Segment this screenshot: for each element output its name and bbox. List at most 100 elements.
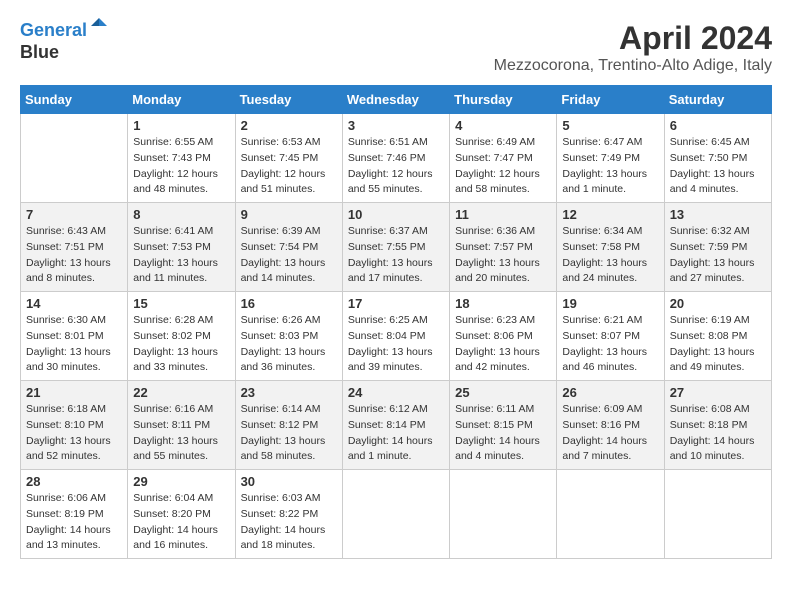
logo-text: General Blue [20,20,109,63]
day-info: Sunrise: 6:45 AMSunset: 7:50 PMDaylight:… [670,135,766,198]
day-info: Sunrise: 6:36 AMSunset: 7:57 PMDaylight:… [455,224,551,287]
day-number: 27 [670,385,766,400]
day-number: 18 [455,296,551,311]
calendar-day: 30 Sunrise: 6:03 AMSunset: 8:22 PMDayligh… [235,470,342,559]
day-number: 15 [133,296,229,311]
day-header-tuesday: Tuesday [235,86,342,114]
day-number: 13 [670,207,766,222]
calendar-week-4: 21Sunrise: 6:18 AMSunset: 8:10 PMDayligh… [21,381,772,470]
day-number: 4 [455,118,551,133]
day-number: 9 [241,207,337,222]
day-info: Sunrise: 6:06 AMSunset: 8:19 PMDaylight:… [26,491,122,554]
day-header-monday: Monday [128,86,235,114]
day-number: 26 [562,385,658,400]
calendar-week-3: 14 Sunrise: 6:30 AMSunset: 8:01 PMDayligh… [21,292,772,381]
title-section: April 2024 Mezzocorona, Trentino-Alto Ad… [494,20,772,75]
day-info: Sunrise: 6:32 AMSunset: 7:59 PMDaylight:… [670,224,766,287]
calendar-day: 29 Sunrise: 6:04 AMSunset: 8:20 PMDayligh… [128,470,235,559]
day-info: Sunrise: 6:08 AMSunset: 8:18 PMDaylight:… [670,402,766,465]
day-info: Sunrise: 6:09 AMSunset: 8:16 PMDaylight:… [562,402,658,465]
day-info: Sunrise: 6:21 AMSunset: 8:07 PMDaylight:… [562,313,658,376]
day-number: 28 [26,474,122,489]
calendar-table: SundayMondayTuesdayWednesdayThursdayFrid… [20,85,772,559]
location: Mezzocorona, Trentino-Alto Adige, Italy [494,57,772,75]
day-header-sunday: Sunday [21,86,128,114]
calendar-day: 18 Sunrise: 6:23 AMSunset: 8:06 PMDayligh… [450,292,557,381]
day-number: 6 [670,118,766,133]
calendar-day: 3 Sunrise: 6:51 AMSunset: 7:46 PMDaylight… [342,114,449,203]
calendar-day: 28 Sunrise: 6:06 AMSunset: 8:19 PMDayligh… [21,470,128,559]
day-number: 17 [348,296,444,311]
day-number: 29 [133,474,229,489]
day-number: 1 [133,118,229,133]
day-info: Sunrise: 6:25 AMSunset: 8:04 PMDaylight:… [348,313,444,376]
calendar-day: 19 Sunrise: 6:21 AMSunset: 8:07 PMDayligh… [557,292,664,381]
day-info: Sunrise: 6:18 AMSunset: 8:10 PMDaylight:… [26,402,122,465]
calendar-day: 17 Sunrise: 6:25 AMSunset: 8:04 PMDayligh… [342,292,449,381]
day-header-saturday: Saturday [664,86,771,114]
calendar-day: 1 Sunrise: 6:55 AMSunset: 7:43 PMDaylight… [128,114,235,203]
page-header: General Blue April 2024 Mezzocorona, Tre… [20,20,772,75]
calendar-day [342,470,449,559]
calendar-day: 27 Sunrise: 6:08 AMSunset: 8:18 PMDayligh… [664,381,771,470]
day-header-wednesday: Wednesday [342,86,449,114]
day-number: 14 [26,296,122,311]
day-number: 30 [241,474,337,489]
day-info: Sunrise: 6:37 AMSunset: 7:55 PMDaylight:… [348,224,444,287]
day-header-thursday: Thursday [450,86,557,114]
calendar-day: 25 Sunrise: 6:11 AMSunset: 8:15 PMDayligh… [450,381,557,470]
day-info: Sunrise: 6:49 AMSunset: 7:47 PMDaylight:… [455,135,551,198]
calendar-day: 5 Sunrise: 6:47 AMSunset: 7:49 PMDaylight… [557,114,664,203]
day-info: Sunrise: 6:41 AMSunset: 7:53 PMDaylight:… [133,224,229,287]
calendar-day: 23 Sunrise: 6:14 AMSunset: 8:12 PMDayligh… [235,381,342,470]
calendar-day: 26 Sunrise: 6:09 AMSunset: 8:16 PMDayligh… [557,381,664,470]
day-number: 10 [348,207,444,222]
day-info: Sunrise: 6:55 AMSunset: 7:43 PMDaylight:… [133,135,229,198]
day-info: Sunrise: 6:14 AMSunset: 8:12 PMDaylight:… [241,402,337,465]
day-info: Sunrise: 6:23 AMSunset: 8:06 PMDaylight:… [455,313,551,376]
calendar-day: 7 Sunrise: 6:43 AMSunset: 7:51 PMDaylight… [21,203,128,292]
day-number: 25 [455,385,551,400]
day-info: Sunrise: 6:03 AMSunset: 8:22 PMDaylight:… [241,491,337,554]
calendar-day [664,470,771,559]
day-info: Sunrise: 6:39 AMSunset: 7:54 PMDaylight:… [241,224,337,287]
logo: General Blue [20,20,109,63]
calendar-day [557,470,664,559]
day-number: 22 [133,385,229,400]
day-info: Sunrise: 6:04 AMSunset: 8:20 PMDaylight:… [133,491,229,554]
day-number: 5 [562,118,658,133]
calendar-day: 9 Sunrise: 6:39 AMSunset: 7:54 PMDaylight… [235,203,342,292]
day-info: Sunrise: 6:28 AMSunset: 8:02 PMDaylight:… [133,313,229,376]
day-info: Sunrise: 6:12 AMSunset: 8:14 PMDaylight:… [348,402,444,465]
calendar-day: 14 Sunrise: 6:30 AMSunset: 8:01 PMDayligh… [21,292,128,381]
day-number: 19 [562,296,658,311]
day-number: 16 [241,296,337,311]
calendar-day: 24 Sunrise: 6:12 AMSunset: 8:14 PMDayligh… [342,381,449,470]
day-info: Sunrise: 6:19 AMSunset: 8:08 PMDaylight:… [670,313,766,376]
day-number: 11 [455,207,551,222]
day-number: 24 [348,385,444,400]
day-info: Sunrise: 6:43 AMSunset: 7:51 PMDaylight:… [26,224,122,287]
day-number: 8 [133,207,229,222]
day-number: 2 [241,118,337,133]
calendar-day: 20Sunrise: 6:19 AMSunset: 8:08 PMDayligh… [664,292,771,381]
day-info: Sunrise: 6:26 AMSunset: 8:03 PMDaylight:… [241,313,337,376]
calendar-day: 16 Sunrise: 6:26 AMSunset: 8:03 PMDayligh… [235,292,342,381]
day-info: Sunrise: 6:30 AMSunset: 8:01 PMDaylight:… [26,313,122,376]
calendar-day: 4 Sunrise: 6:49 AMSunset: 7:47 PMDaylight… [450,114,557,203]
calendar-week-1: 1 Sunrise: 6:55 AMSunset: 7:43 PMDaylight… [21,114,772,203]
day-number: 23 [241,385,337,400]
day-info: Sunrise: 6:47 AMSunset: 7:49 PMDaylight:… [562,135,658,198]
calendar-day [450,470,557,559]
day-header-friday: Friday [557,86,664,114]
calendar-day: 21Sunrise: 6:18 AMSunset: 8:10 PMDayligh… [21,381,128,470]
month-title: April 2024 [494,20,772,57]
calendar-day: 13 Sunrise: 6:32 AMSunset: 7:59 PMDayligh… [664,203,771,292]
day-info: Sunrise: 6:11 AMSunset: 8:15 PMDaylight:… [455,402,551,465]
day-info: Sunrise: 6:51 AMSunset: 7:46 PMDaylight:… [348,135,444,198]
day-info: Sunrise: 6:53 AMSunset: 7:45 PMDaylight:… [241,135,337,198]
day-info: Sunrise: 6:34 AMSunset: 7:58 PMDaylight:… [562,224,658,287]
day-number: 3 [348,118,444,133]
day-number: 7 [26,207,122,222]
day-info: Sunrise: 6:16 AMSunset: 8:11 PMDaylight:… [133,402,229,465]
